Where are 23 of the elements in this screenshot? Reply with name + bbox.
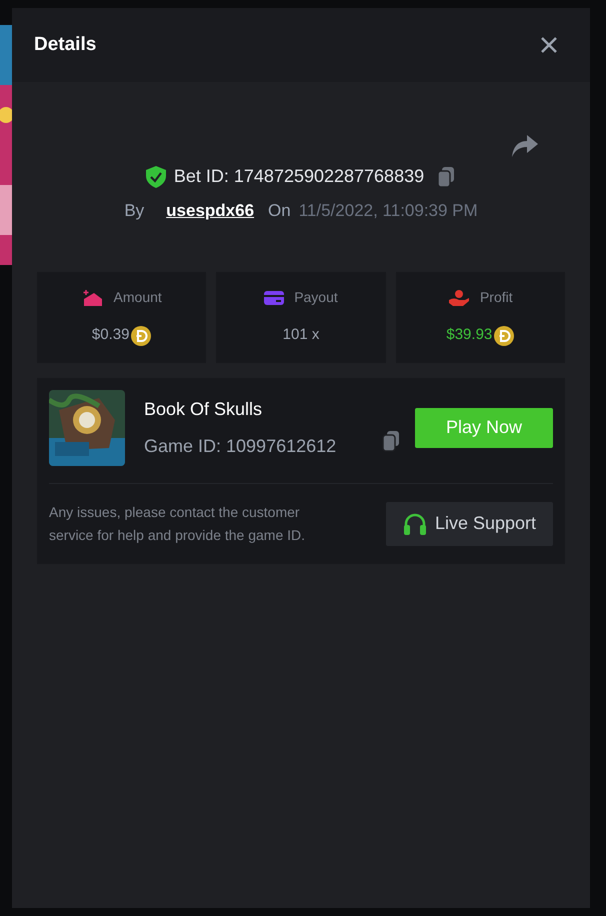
stat-value: $0.39 <box>92 325 130 346</box>
stat-label: Payout <box>294 288 338 308</box>
close-icon[interactable] <box>540 36 558 54</box>
by-label: By <box>124 200 144 222</box>
stat-value: 101 x <box>282 325 320 346</box>
dialog-title: Details <box>34 32 96 57</box>
bet-id: Bet ID: 1748725902287768839 <box>174 165 424 188</box>
on-label: On <box>268 200 291 222</box>
headset-icon <box>402 512 427 534</box>
stat-value: $39.93 <box>446 325 492 346</box>
copy-icon[interactable] <box>381 430 401 452</box>
game-name: Book Of Skulls <box>144 398 264 420</box>
copy-icon[interactable] <box>436 166 456 188</box>
help-text: Any issues, please contact the customer service for help and provide the game ID. <box>49 502 306 545</box>
stat-label: Profit <box>480 288 513 308</box>
share-icon[interactable] <box>512 135 538 157</box>
card-icon <box>264 290 284 306</box>
hand-coin-icon <box>448 288 470 307</box>
user-link[interactable]: usespdx66 <box>166 198 254 224</box>
bet-time: 11/5/2022, 11:09:39 PM <box>298 200 478 222</box>
live-support-button[interactable]: Live Support <box>386 502 553 546</box>
stat-label: Amount <box>114 288 162 308</box>
game-id: Game ID: 10997612612 <box>144 434 336 458</box>
